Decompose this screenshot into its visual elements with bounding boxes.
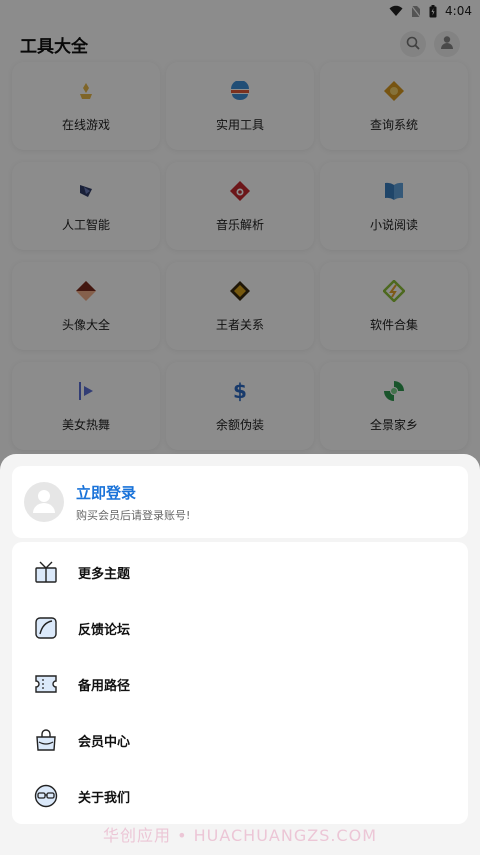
feedback-icon xyxy=(34,616,58,640)
ticket-icon xyxy=(34,672,58,696)
avatar xyxy=(24,482,64,522)
menu-item-feedback[interactable]: 反馈论坛 xyxy=(12,600,468,656)
menu-item-about-us[interactable]: 关于我们 xyxy=(12,768,468,824)
menu-item-more-themes[interactable]: 更多主题 xyxy=(12,544,468,600)
glasses-icon xyxy=(34,784,58,808)
menu-item-backup-path[interactable]: 备用路径 xyxy=(12,656,468,712)
login-hint: 购买会员后请登录账号! xyxy=(76,508,191,522)
menu-label: 关于我们 xyxy=(78,790,131,806)
menu-label: 备用路径 xyxy=(78,678,131,694)
gift-icon xyxy=(34,560,58,584)
menu-label: 会员中心 xyxy=(78,734,131,750)
menu-card: 更多主题 反馈论坛 备用路径 会员中心 关于我们 xyxy=(12,542,468,824)
bag-icon xyxy=(34,728,58,752)
bottom-sheet: 立即登录 购买会员后请登录账号! 更多主题 反馈论坛 备用路径 会员中心 关于我… xyxy=(0,454,480,855)
user-icon xyxy=(29,485,59,519)
menu-label: 更多主题 xyxy=(78,566,131,582)
menu-item-member-center[interactable]: 会员中心 xyxy=(12,712,468,768)
watermark: 华创应用 • HUACHUANGZS.COM xyxy=(102,826,378,845)
login-link[interactable]: 立即登录 xyxy=(76,482,190,503)
login-card[interactable]: 立即登录 购买会员后请登录账号! xyxy=(12,466,468,538)
menu-label: 反馈论坛 xyxy=(78,622,131,638)
